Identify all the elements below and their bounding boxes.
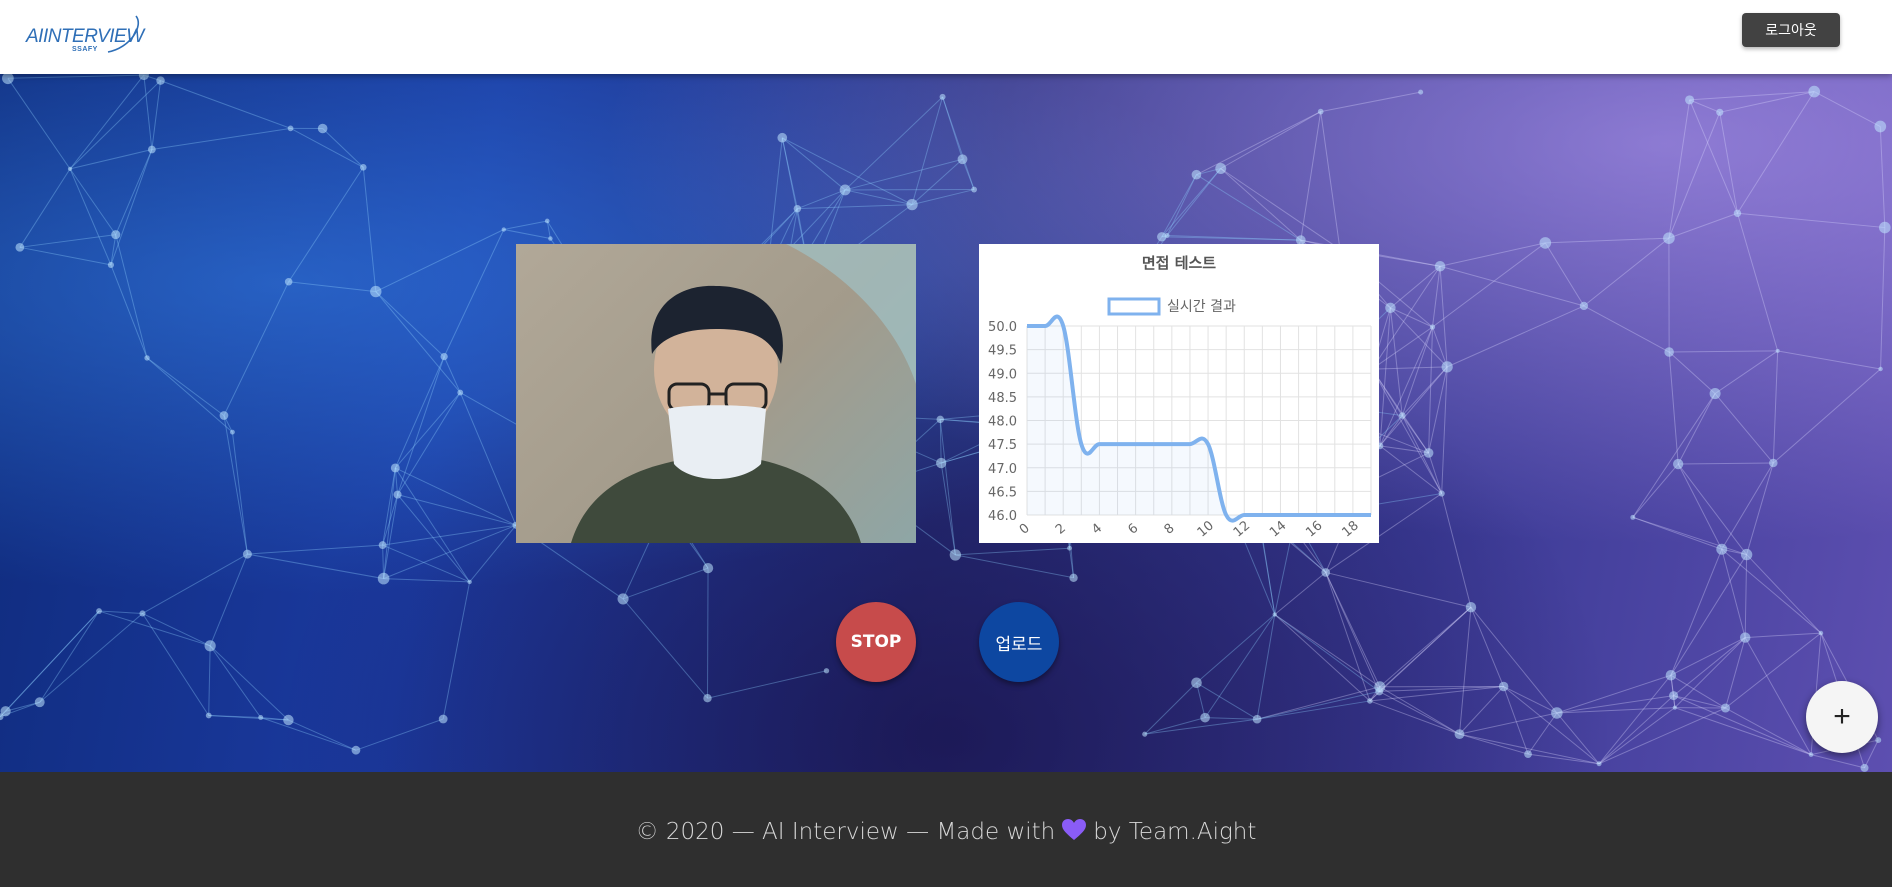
x-tick-label: 2 xyxy=(1053,521,1069,538)
footer-credit: by Team.Aight xyxy=(1093,819,1257,845)
footer: © 2020 — AI Interview — Made with by Team… xyxy=(0,772,1892,887)
chart-title: 면접 테스트 xyxy=(1142,254,1216,272)
line-chart: 면접 테스트 실시간 결과 46.0 46.5 47.0 47.5 48.0 48.5 49… xyxy=(988,254,1373,540)
y-tick-label: 46.5 xyxy=(988,485,1017,500)
x-tick-label: 16 xyxy=(1303,518,1325,540)
data-point[interactable] xyxy=(1242,513,1246,517)
data-point[interactable] xyxy=(1188,442,1192,446)
legend-label[interactable]: 실시간 결과 xyxy=(1167,299,1236,315)
data-point[interactable] xyxy=(1116,442,1120,446)
x-tick-label: 4 xyxy=(1089,521,1105,538)
data-point[interactable] xyxy=(1025,324,1029,328)
data-point[interactable] xyxy=(1369,513,1373,517)
add-fab-button[interactable]: + xyxy=(1806,681,1878,753)
hero-background: 면접 테스트 실시간 결과 46.0 46.5 47.0 47.5 48.0 48.5 49… xyxy=(0,74,1892,772)
y-tick-label: 46.0 xyxy=(988,509,1017,524)
data-point[interactable] xyxy=(1206,442,1210,446)
x-tick-label: 0 xyxy=(1017,521,1033,538)
chart-card: 면접 테스트 실시간 결과 46.0 46.5 47.0 47.5 48.0 48.5 49… xyxy=(979,244,1379,543)
y-tick-label: 50.0 xyxy=(988,320,1017,335)
y-tick-label: 49.5 xyxy=(988,344,1017,359)
logo-subtext: SSAFY xyxy=(72,46,98,53)
data-point[interactable] xyxy=(1297,513,1301,517)
x-tick-label: 10 xyxy=(1195,518,1217,540)
data-point[interactable] xyxy=(1260,513,1264,517)
y-tick-label: 48.0 xyxy=(988,415,1017,430)
data-point[interactable] xyxy=(1351,513,1355,517)
data-point[interactable] xyxy=(1097,442,1101,446)
x-tick-label: 8 xyxy=(1162,521,1178,538)
data-point[interactable] xyxy=(1079,442,1083,446)
data-point[interactable] xyxy=(1315,513,1319,517)
logo[interactable]: AIINTERVIEW SSAFY xyxy=(26,12,144,56)
webcam-person-image xyxy=(571,244,916,543)
chart-series xyxy=(1025,314,1373,523)
x-axis-ticks: 0 2 4 6 8 10 12 14 16 18 xyxy=(1017,518,1362,540)
data-point[interactable] xyxy=(1278,513,1282,517)
y-axis-ticks: 46.0 46.5 47.0 47.5 48.0 48.5 49.0 49.5 50.0 xyxy=(988,320,1017,524)
data-point[interactable] xyxy=(1170,442,1174,446)
y-tick-label: 49.0 xyxy=(988,367,1017,382)
footer-text: © 2020 — AI Interview — Made with by Team… xyxy=(0,818,1892,848)
network-background xyxy=(0,74,1891,772)
webcam-video xyxy=(516,244,916,543)
upload-button[interactable]: 업로드 xyxy=(979,602,1059,682)
y-tick-label: 47.0 xyxy=(988,462,1017,477)
x-tick-label: 6 xyxy=(1125,521,1141,538)
logout-button[interactable]: 로그아웃 xyxy=(1742,13,1840,47)
app-bar: AIINTERVIEW SSAFY 로그아웃 xyxy=(0,0,1892,74)
data-point[interactable] xyxy=(1134,442,1138,446)
heart-icon xyxy=(1061,818,1087,848)
legend-swatch[interactable] xyxy=(1107,297,1161,316)
data-point[interactable] xyxy=(1224,513,1228,517)
data-point[interactable] xyxy=(1333,513,1337,517)
x-tick-label: 14 xyxy=(1267,518,1289,540)
y-tick-label: 47.5 xyxy=(988,438,1017,453)
data-point[interactable] xyxy=(1152,442,1156,446)
data-point[interactable] xyxy=(1043,324,1047,328)
plus-icon: + xyxy=(1833,700,1851,733)
y-tick-label: 48.5 xyxy=(988,391,1017,406)
x-tick-label: 18 xyxy=(1339,518,1361,540)
logo-text: AIINTERVIEW xyxy=(26,26,144,47)
data-point[interactable] xyxy=(1061,324,1065,328)
stop-button[interactable]: STOP xyxy=(836,602,916,682)
footer-copyright: © 2020 — AI Interview — Made with xyxy=(635,819,1056,845)
